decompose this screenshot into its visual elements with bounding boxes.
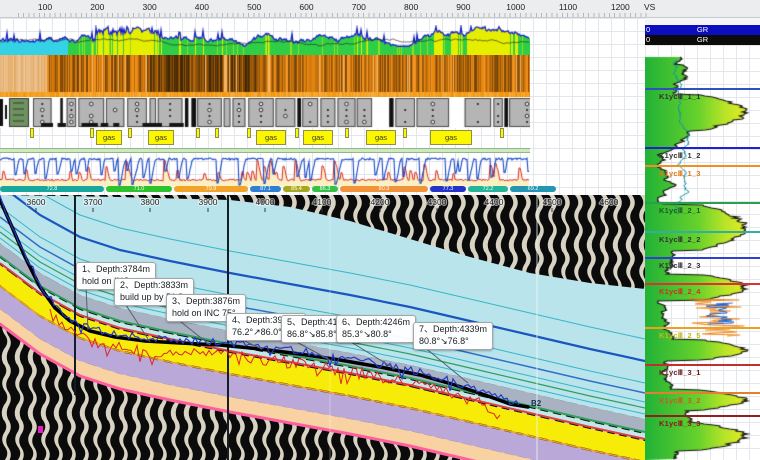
zone-boundary-line <box>645 392 760 394</box>
vs-unit-label: VS <box>644 2 655 12</box>
annotation-line-2: 85.3°↘80.8° <box>342 329 410 341</box>
depth-ruler-label: 4300 <box>428 197 447 207</box>
log-track-area[interactable]: gasgasgasgasgasgas 72.871.079.987.185.48… <box>0 18 645 195</box>
borehole-image-track[interactable] <box>0 55 530 97</box>
gas-show-tick <box>215 128 219 138</box>
depth-ruler-label: 3700 <box>84 197 103 207</box>
ruler-tick-label: 600 <box>299 2 313 12</box>
gr-side-panel[interactable]: 0 GR 0 GR K1ycⅢ_1_1K1ycⅢ_1_2K1ycⅢ_1_3K1y… <box>645 25 760 460</box>
zone-boundary-line <box>645 283 760 285</box>
gas-show-box: gas <box>256 130 286 145</box>
ruler-tick-label: 800 <box>404 2 418 12</box>
gr-header-title: GR <box>645 25 760 35</box>
quality-segment: 80.3 <box>340 186 428 192</box>
annotation-line-1: 7、Depth:4339m <box>419 324 487 336</box>
target-b2-label: B2 <box>531 399 542 408</box>
depth-ruler-label: 3900 <box>199 197 218 207</box>
ruler-tick-label: 200 <box>90 2 104 12</box>
gas-show-track[interactable]: gas gas gas gas gas gas <box>0 128 530 148</box>
zone-label: K1ycⅢ_1_2 <box>659 151 701 160</box>
depth-annotation-callout[interactable]: 6、Depth:4246m85.3°↘80.8° <box>336 315 416 343</box>
ruler-tick-label: 300 <box>143 2 157 12</box>
zone-label: K1ycⅢ_2_2 <box>659 235 701 244</box>
zone-label: K1ycⅢ_2_4 <box>659 287 701 296</box>
ruler-tick-label: 1100 <box>559 2 577 12</box>
zone-boundary-line <box>645 364 760 366</box>
zone-label: K1ycⅢ_1_1 <box>659 92 701 101</box>
gas-show-box: gas <box>96 130 122 145</box>
gas-show-box: gas <box>430 130 472 145</box>
quality-segment: 85.4 <box>283 186 310 192</box>
gas-show-tick <box>247 128 251 138</box>
zone-label: K1ycⅢ_1_3 <box>659 169 701 178</box>
depth-ruler-label: 4000 <box>256 197 275 207</box>
zone-label: K1ycⅢ_3_1 <box>659 368 701 377</box>
depth-ruler-label: 4400 <box>485 197 504 207</box>
zone-boundary-line <box>645 147 760 149</box>
gas-show-tick <box>500 128 504 138</box>
gr-color-fill-track[interactable] <box>0 25 530 55</box>
annotation-line-1: 2、Depth:3833m <box>120 280 188 292</box>
log-curve-track[interactable] <box>0 153 530 186</box>
ruler-tick-label: 100 <box>38 2 52 12</box>
gas-show-tick <box>196 128 200 138</box>
ruler-tick-label: 400 <box>195 2 209 12</box>
depth-ruler-label: 4200 <box>371 197 390 207</box>
depth-ruler-label: 3600 <box>27 197 46 207</box>
gr-panel-body[interactable]: K1ycⅢ_1_1 K1ycⅢ_1_2 K1ycⅢ_1_3 K1ycⅢ_2_1 K1yc… <box>645 45 760 460</box>
zone-label: K1ycⅢ_3_2 <box>659 396 701 405</box>
zone-boundary-line <box>645 257 760 259</box>
depth-ruler-label: 4500 <box>543 197 562 207</box>
zone-boundary-line <box>645 165 760 167</box>
gr-header-row-2: 0 GR <box>645 35 760 45</box>
quality-segment: 86.3 <box>312 186 338 192</box>
quality-segment: 71.0 <box>106 186 172 192</box>
zone-boundary-line <box>645 202 760 204</box>
quality-segment: 72.2 <box>468 186 508 192</box>
annotation-line-1: 3、Depth:3876m <box>172 296 240 308</box>
zone-boundary-line <box>645 327 760 329</box>
quality-segment: 72.8 <box>0 186 104 192</box>
annotation-line-1: 1、Depth:3784m <box>82 264 150 276</box>
quality-segment: 87.1 <box>250 186 281 192</box>
annotation-line-1: 6、Depth:4246m <box>342 317 410 329</box>
gas-show-tick <box>30 128 34 138</box>
ruler-tick-label: 500 <box>247 2 261 12</box>
zone-label: K1ycⅢ_2_3 <box>659 261 701 270</box>
gas-show-tick <box>345 128 349 138</box>
depth-ruler-label: 4100 <box>313 197 332 207</box>
lithology-track[interactable] <box>0 97 530 128</box>
gas-show-tick <box>403 128 407 138</box>
zone-boundary-line <box>645 88 760 90</box>
gas-show-tick <box>295 128 299 138</box>
zone-boundary-line <box>645 231 760 233</box>
ruler-tick-label: 900 <box>456 2 470 12</box>
quality-segment-bar: 72.871.079.987.185.486.380.377.372.269.2 <box>0 186 558 193</box>
gas-show-box: gas <box>366 130 396 145</box>
quality-segment: 79.9 <box>174 186 248 192</box>
gas-show-tick <box>90 128 94 138</box>
ruler-tick-label: 700 <box>352 2 366 12</box>
zone-label: K1ycⅢ_3_3 <box>659 419 701 428</box>
marker-magenta <box>38 426 43 433</box>
gas-show-tick <box>128 128 132 138</box>
quality-segment: 69.2 <box>510 186 556 192</box>
geosteering-app: 100200300400500600700800900100011001200 … <box>0 0 760 460</box>
depth-ruler-label: 3800 <box>141 197 160 207</box>
annotation-line-2: 80.8°↘76.8° <box>419 336 487 348</box>
ruler-tick-label: 1000 <box>506 2 525 12</box>
vs-ruler-minor-ticks <box>18 13 648 17</box>
depth-annotation-callout[interactable]: 7、Depth:4339m80.8°↘76.8° <box>413 322 493 350</box>
vs-ruler: 100200300400500600700800900100011001200 … <box>0 0 760 18</box>
depth-ruler-label: 4600 <box>600 197 619 207</box>
gas-show-box: gas <box>303 130 333 145</box>
zone-label: K1ycⅢ_2_5 <box>659 331 701 340</box>
zone-label: K1ycⅢ_2_1 <box>659 206 701 215</box>
ruler-tick-label: 1200 <box>611 2 630 12</box>
quality-segment: 77.3 <box>430 186 466 192</box>
zone-boundary-line <box>645 415 760 417</box>
gr-header-title: GR <box>645 35 760 45</box>
gr-header-row-1: 0 GR <box>645 25 760 35</box>
gas-show-box: gas <box>148 130 174 145</box>
